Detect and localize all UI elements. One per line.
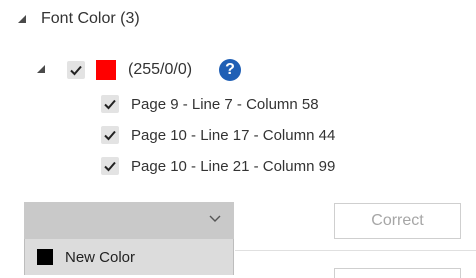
location-label-2: Page 10 - Line 17 - Column 44 bbox=[131, 127, 336, 144]
dropdown-option-new-color[interactable]: New Color bbox=[24, 239, 234, 275]
checkmark-icon bbox=[70, 65, 82, 76]
checkmark-icon bbox=[104, 130, 116, 141]
expand-triangle-icon[interactable] bbox=[37, 65, 45, 73]
next-button-partial[interactable] bbox=[334, 268, 461, 278]
location-label-1: Page 9 - Line 7 - Column 58 bbox=[131, 96, 319, 113]
location-checkbox-1[interactable] bbox=[101, 95, 119, 113]
checkmark-icon bbox=[104, 99, 116, 110]
help-icon[interactable]: ? bbox=[219, 59, 241, 81]
separator bbox=[235, 250, 476, 251]
location-label-3: Page 10 - Line 21 - Column 99 bbox=[131, 158, 336, 175]
option-label: New Color bbox=[65, 249, 136, 266]
color-entry-checkbox[interactable] bbox=[67, 61, 85, 79]
color-swatch bbox=[96, 60, 116, 80]
option-color-swatch bbox=[37, 249, 53, 265]
color-value: (255/0/0) bbox=[128, 61, 193, 78]
font-color-group-header[interactable]: Font Color (3) bbox=[0, 0, 200, 36]
checkmark-icon bbox=[104, 161, 116, 172]
replacement-color-dropdown[interactable] bbox=[24, 202, 234, 239]
group-title: Font Color (3) bbox=[41, 10, 140, 27]
correct-button[interactable]: Correct bbox=[334, 203, 461, 239]
location-checkbox-2[interactable] bbox=[101, 126, 119, 144]
chevron-down-icon bbox=[209, 215, 221, 222]
location-checkbox-3[interactable] bbox=[101, 157, 119, 175]
collapse-triangle-icon[interactable] bbox=[18, 15, 26, 23]
